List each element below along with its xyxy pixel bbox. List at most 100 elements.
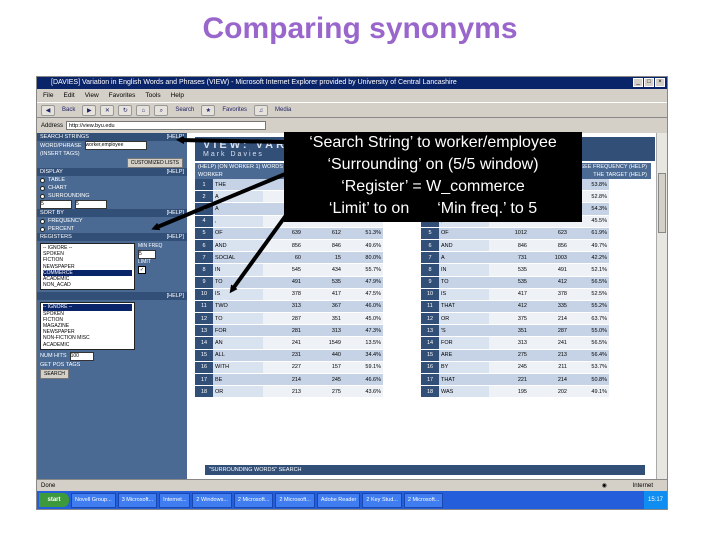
taskbar-item[interactable]: 3 Microsoft... (117, 492, 158, 508)
row-word[interactable]: AND (439, 239, 489, 253)
row-word[interactable]: A (213, 190, 263, 204)
favorites-label[interactable]: Favorites (219, 105, 250, 116)
row-word[interactable]: FOR (439, 336, 489, 350)
insert-tags-row: (INSERT TAGS) (37, 150, 187, 158)
help-link[interactable]: [HELP] (167, 292, 184, 300)
radio-icon[interactable] (40, 226, 45, 232)
search-label[interactable]: Search (172, 105, 197, 116)
row-freq-1: 275 (489, 349, 529, 362)
row-word[interactable]: THE (213, 179, 263, 192)
row-word[interactable]: IN (213, 263, 263, 277)
row-word[interactable]: ALL (213, 349, 263, 362)
register-option[interactable]: NON_ACAD (43, 282, 132, 288)
limit-checkbox-icon[interactable]: ✓ (138, 266, 146, 274)
back-label[interactable]: Back (59, 105, 78, 116)
menu-favorites[interactable]: Favorites (109, 90, 136, 101)
help-link[interactable]: [HELP] (167, 233, 184, 241)
taskbar-item[interactable]: 2 Key Stud... (362, 492, 402, 508)
menu-help[interactable]: Help (171, 90, 184, 101)
row-word[interactable]: WITH (213, 361, 263, 375)
taskbar-item[interactable]: Internet... (159, 492, 191, 508)
row-word[interactable]: ARE (439, 349, 489, 362)
display-chart-option[interactable]: CHART (37, 184, 187, 192)
sort-frequency-option[interactable]: FREQUENCY (37, 217, 187, 225)
close-icon[interactable]: × (655, 78, 665, 87)
taskbar-item[interactable]: Adobe Reader (316, 492, 361, 508)
row-word[interactable]: SOCIAL (213, 251, 263, 265)
row-word[interactable]: OF (213, 227, 263, 240)
word-phrase-label: WORD/PHRASE (40, 142, 82, 149)
help-link[interactable]: [HELP] (167, 168, 184, 176)
pos-option[interactable]: ACADEMIC (43, 342, 132, 348)
display-surrounding-option[interactable]: SURROUNDING (37, 192, 187, 200)
maximize-icon[interactable]: □ (644, 78, 654, 87)
radio-selected-icon[interactable] (40, 218, 45, 224)
vertical-scrollbar[interactable] (656, 133, 667, 479)
register-listbox[interactable]: -- IGNORE -- SPOKEN FICTION NEWSPAPER CO… (40, 243, 135, 291)
scrollbar-thumb[interactable] (658, 173, 666, 233)
surrounding-right-select[interactable]: 5 (75, 200, 107, 209)
row-word[interactable]: OR (213, 385, 263, 399)
row-word[interactable]: AN (213, 336, 263, 350)
help-link[interactable]: [HELP] (167, 133, 184, 141)
media-label[interactable]: Media (272, 105, 294, 116)
taskbar-item[interactable]: 2 Microsoft... (233, 492, 274, 508)
row-number: 15 (195, 349, 213, 362)
word-phrase-input[interactable]: worker,employee (84, 141, 147, 150)
display-table-option[interactable]: TABLE (37, 176, 187, 184)
row-word[interactable]: OR (439, 312, 489, 326)
row-word[interactable]: A (439, 251, 489, 265)
surrounding-left-select[interactable]: 5 (40, 200, 72, 209)
row-word[interactable]: A (213, 202, 263, 216)
favorites-icon[interactable]: ★ (201, 104, 216, 116)
row-word[interactable]: BY (439, 361, 489, 375)
pos-listbox[interactable]: -- IGNORE -- SPOKEN FICTION MAGAZINE NEW… (40, 302, 135, 350)
radio-icon[interactable] (40, 177, 45, 183)
search-button[interactable]: SEARCH (40, 368, 69, 379)
radio-selected-icon[interactable] (40, 193, 45, 199)
row-word[interactable]: IS (439, 288, 489, 301)
row-word[interactable]: , (213, 215, 263, 228)
row-word[interactable]: TO (213, 312, 263, 326)
row-word[interactable]: AND (213, 239, 263, 253)
row-word[interactable]: THAT (439, 300, 489, 314)
forward-icon[interactable]: ▶ (82, 104, 97, 116)
taskbar-item[interactable]: 2 Windows... (192, 492, 232, 508)
radio-icon[interactable] (40, 185, 45, 191)
row-word[interactable]: IS (213, 288, 263, 301)
stop-icon[interactable]: ✕ (100, 104, 115, 116)
row-word[interactable]: 'S (439, 324, 489, 338)
refresh-icon[interactable]: ↻ (118, 104, 133, 116)
home-icon[interactable]: ⌂ (136, 104, 151, 116)
address-input[interactable]: http://view.byu.edu (66, 121, 267, 130)
start-button[interactable]: start (39, 493, 69, 507)
sort-percent-option[interactable]: PERCENT (37, 225, 187, 233)
row-word[interactable]: TO (213, 276, 263, 289)
row-word[interactable]: BE (213, 373, 263, 387)
search-icon[interactable]: ⌕ (154, 104, 169, 116)
row-number: 15 (421, 349, 439, 362)
num-hits-input[interactable]: 100 (69, 351, 94, 361)
menu-tools[interactable]: Tools (145, 90, 160, 101)
word-phrase-row: WORD/PHRASE worker,employee (37, 141, 187, 150)
menu-edit[interactable]: Edit (63, 90, 74, 101)
taskbar-item[interactable]: 2 Microsoft... (403, 492, 444, 508)
insert-tags-link[interactable]: (INSERT TAGS) (40, 150, 80, 158)
media-icon[interactable]: ♫ (254, 104, 269, 116)
menu-view[interactable]: View (85, 90, 99, 101)
help-link[interactable]: [HELP] (167, 209, 184, 217)
row-word[interactable]: WAS (439, 385, 489, 399)
row-word[interactable]: TO (439, 276, 489, 289)
row-word[interactable]: FOR (213, 324, 263, 338)
taskbar-item[interactable]: Novell Group... (71, 492, 116, 508)
row-word[interactable]: THAT (439, 373, 489, 387)
row-word[interactable]: IN (439, 263, 489, 277)
min-freq-input[interactable]: 5 (138, 250, 156, 259)
row-word[interactable]: OF (439, 227, 489, 240)
minimize-icon[interactable]: _ (633, 78, 643, 87)
row-word[interactable]: TWO (213, 300, 263, 314)
back-icon[interactable]: ◀ (41, 104, 55, 116)
taskbar-item[interactable]: 2 Microsoft... (275, 492, 315, 508)
menu-file[interactable]: File (43, 90, 53, 101)
customized-lists-button[interactable]: CUSTOMIZED LISTS (126, 158, 183, 168)
